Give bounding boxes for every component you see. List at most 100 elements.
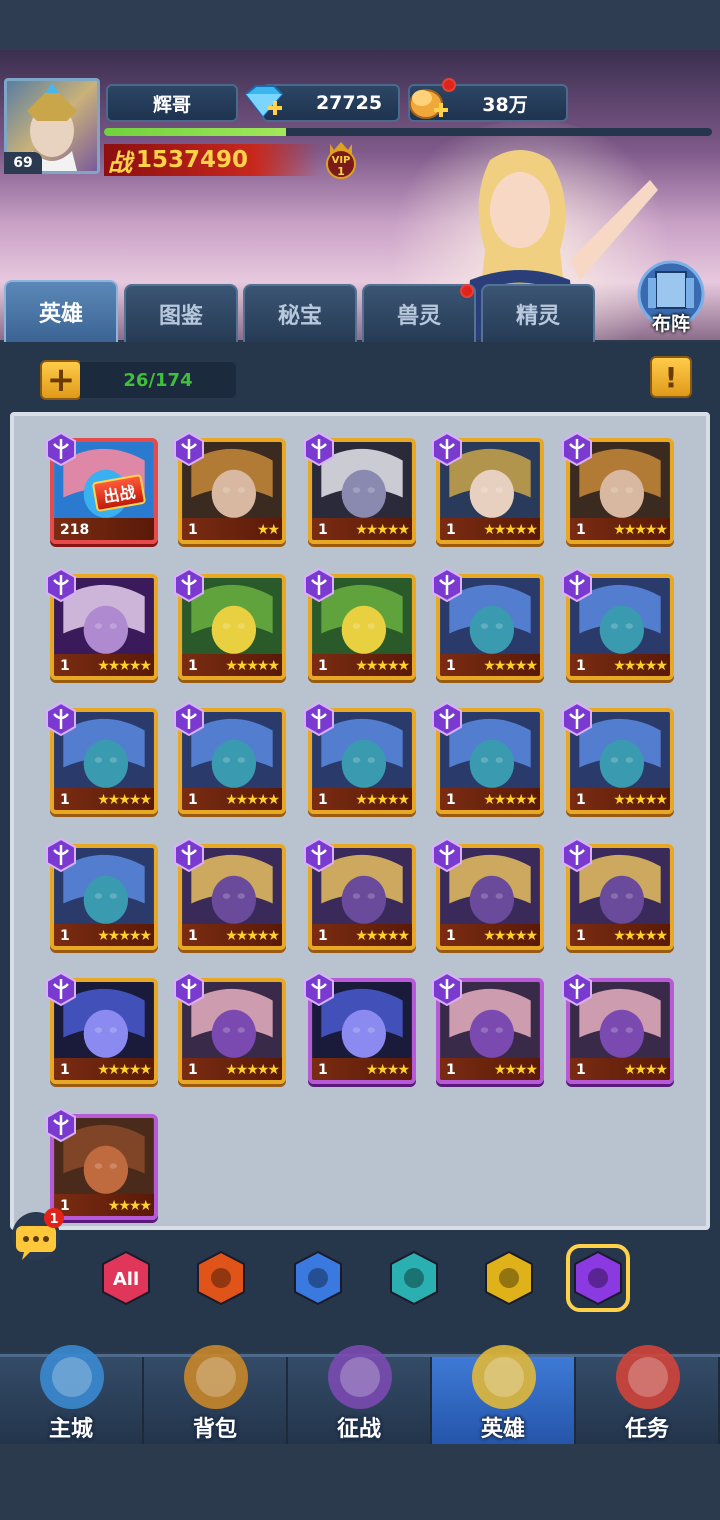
nav-portal[interactable]: 征战 bbox=[288, 1345, 432, 1447]
tab-heroes[interactable]: 英雄 bbox=[4, 280, 118, 342]
hero-card[interactable]: 1 ★★★★★ bbox=[562, 838, 674, 950]
hero-card[interactable]: 1 ★★★★★ bbox=[432, 432, 544, 544]
hero-card[interactable]: 1 ★★★★★ bbox=[562, 568, 674, 680]
tab-treasures[interactable]: 秘宝 bbox=[243, 284, 357, 342]
hero-card[interactable]: 1 ★★★★★ bbox=[562, 432, 674, 544]
hero-card[interactable]: 1 ★★★★★ bbox=[174, 702, 286, 814]
faction-icon bbox=[46, 568, 76, 602]
hero-card[interactable]: 1 ★★★★ bbox=[304, 972, 416, 1084]
hero-level: 1 bbox=[318, 792, 328, 808]
hero-level: 1 bbox=[446, 658, 456, 674]
hero-level: 1 bbox=[576, 928, 586, 944]
hero-card[interactable]: 1 ★★★★★ bbox=[46, 838, 158, 950]
hero-card[interactable]: 1 ★★★★★ bbox=[432, 702, 544, 814]
all-filter-icon: All bbox=[102, 1250, 150, 1306]
hero-level: 1 bbox=[576, 658, 586, 674]
warrior-filter-button[interactable] bbox=[195, 1250, 247, 1306]
hero-card[interactable]: 1 ★★★★★ bbox=[304, 432, 416, 544]
hero-helmet-icon bbox=[472, 1345, 536, 1409]
hero-stars: ★★★★★ bbox=[483, 658, 538, 674]
hero-card[interactable]: 1 ★★★★★ bbox=[304, 568, 416, 680]
tab-spirits[interactable]: 精灵 bbox=[481, 284, 595, 342]
hero-stars: ★★★★★ bbox=[97, 792, 152, 808]
undead-filter-button[interactable] bbox=[388, 1250, 440, 1306]
hero-level: 218 bbox=[60, 522, 90, 538]
hero-stars: ★★★★★ bbox=[97, 658, 152, 674]
hero-stars: ★★★★ bbox=[493, 1062, 538, 1078]
vip-badge[interactable]: VIP 1 bbox=[318, 140, 364, 182]
undead-filter-icon bbox=[390, 1250, 438, 1306]
hero-card[interactable]: 1 ★★★★★ bbox=[562, 702, 674, 814]
hero-stars: ★★★★★ bbox=[613, 658, 668, 674]
hero-card[interactable]: 1 ★★★★★ bbox=[46, 568, 158, 680]
faction-icon bbox=[46, 972, 76, 1006]
hero-stars: ★★★★ bbox=[623, 1062, 668, 1078]
chat-icon: 1 bbox=[12, 1208, 64, 1260]
faction-icon bbox=[432, 702, 462, 736]
hero-card[interactable]: 1 ★★★★★ bbox=[304, 838, 416, 950]
support-filter-button[interactable] bbox=[292, 1250, 344, 1306]
hero-card[interactable]: 1 ★★ bbox=[174, 432, 286, 544]
hero-stars: ★★★★★ bbox=[225, 1062, 280, 1078]
hero-card[interactable]: 218 出战 bbox=[46, 432, 158, 544]
hero-card[interactable]: 1 ★★★★★ bbox=[304, 702, 416, 814]
tab-codex[interactable]: 图鉴 bbox=[124, 284, 238, 342]
hero-level: 1 bbox=[576, 1062, 586, 1078]
hero-stars: ★★★★★ bbox=[613, 792, 668, 808]
nav-chest[interactable]: 背包 bbox=[144, 1345, 288, 1447]
hero-card[interactable]: 1 ★★★★★ bbox=[432, 838, 544, 950]
faction-icon bbox=[562, 972, 592, 1006]
arcane-filter-button[interactable] bbox=[566, 1244, 630, 1312]
hero-stars: ★★★★★ bbox=[355, 658, 410, 674]
hero-level: 1 bbox=[446, 522, 456, 538]
hero-card[interactable]: 1 ★★★★★ bbox=[46, 972, 158, 1084]
support-filter-icon bbox=[294, 1250, 342, 1306]
hero-stars: ★★★★★ bbox=[483, 522, 538, 538]
chat-badge-count: 1 bbox=[49, 1212, 58, 1227]
tab-beast-spirits[interactable]: 兽灵 bbox=[362, 284, 476, 342]
faction-icon bbox=[174, 702, 204, 736]
faction-icon bbox=[562, 432, 592, 466]
formation-button[interactable]: 布阵 bbox=[626, 258, 716, 338]
faction-icon bbox=[562, 568, 592, 602]
nav-scroll[interactable]: 任务 bbox=[576, 1345, 720, 1447]
nav-castle[interactable]: 主城 bbox=[0, 1345, 144, 1447]
exclamation-icon: ! bbox=[664, 360, 678, 394]
hero-card[interactable]: 1 ★★★★★ bbox=[174, 838, 286, 950]
hero-stars: ★★★★★ bbox=[97, 1062, 152, 1078]
castle-icon bbox=[40, 1345, 104, 1409]
wind-filter-button[interactable] bbox=[483, 1250, 535, 1306]
faction-icon bbox=[304, 972, 334, 1006]
hero-card[interactable]: 1 ★★★★ bbox=[432, 972, 544, 1084]
formation-label: 布阵 bbox=[651, 313, 690, 335]
exp-bar bbox=[104, 128, 712, 136]
chat-button[interactable]: 1 bbox=[8, 1206, 64, 1262]
faction-icon bbox=[46, 702, 76, 736]
hero-card[interactable]: 1 ★★★★★ bbox=[46, 702, 158, 814]
faction-icon bbox=[432, 838, 462, 872]
hero-card[interactable]: 1 ★★★★★ bbox=[174, 972, 286, 1084]
expand-slots-button[interactable]: + bbox=[40, 360, 82, 400]
hero-level: 1 bbox=[318, 658, 328, 674]
hero-level: 1 bbox=[188, 792, 198, 808]
hero-level: 1 bbox=[318, 522, 328, 538]
nav-label: 英雄 bbox=[480, 1417, 525, 1442]
faction-icon bbox=[432, 432, 462, 466]
player-name: 辉哥 bbox=[106, 84, 238, 122]
add-gem-icon[interactable] bbox=[240, 82, 286, 124]
hero-card[interactable]: 1 ★★★★★ bbox=[174, 568, 286, 680]
hero-stars: ★★★★★ bbox=[613, 928, 668, 944]
faction-icon bbox=[432, 972, 462, 1006]
hero-card[interactable]: 1 ★★★★★ bbox=[432, 568, 544, 680]
hero-level: 1 bbox=[60, 658, 70, 674]
hero-card[interactable]: 1 ★★★★ bbox=[562, 972, 674, 1084]
faction-icon bbox=[304, 838, 334, 872]
info-button[interactable]: ! bbox=[650, 356, 692, 398]
hero-level: 1 bbox=[576, 522, 586, 538]
hero-grid: 218 出战 1 ★★ 1 ★★★★★ 1 ★★★★★ 1 ★★★★★ 1 ★★… bbox=[10, 412, 710, 1230]
hero-stars: ★★ bbox=[256, 522, 280, 538]
nav-hero-helmet[interactable]: 英雄 bbox=[432, 1345, 576, 1447]
all-filter-button[interactable]: All bbox=[100, 1250, 152, 1306]
hero-level: 1 bbox=[188, 928, 198, 944]
hero-card[interactable]: 1 ★★★★ bbox=[46, 1108, 158, 1220]
